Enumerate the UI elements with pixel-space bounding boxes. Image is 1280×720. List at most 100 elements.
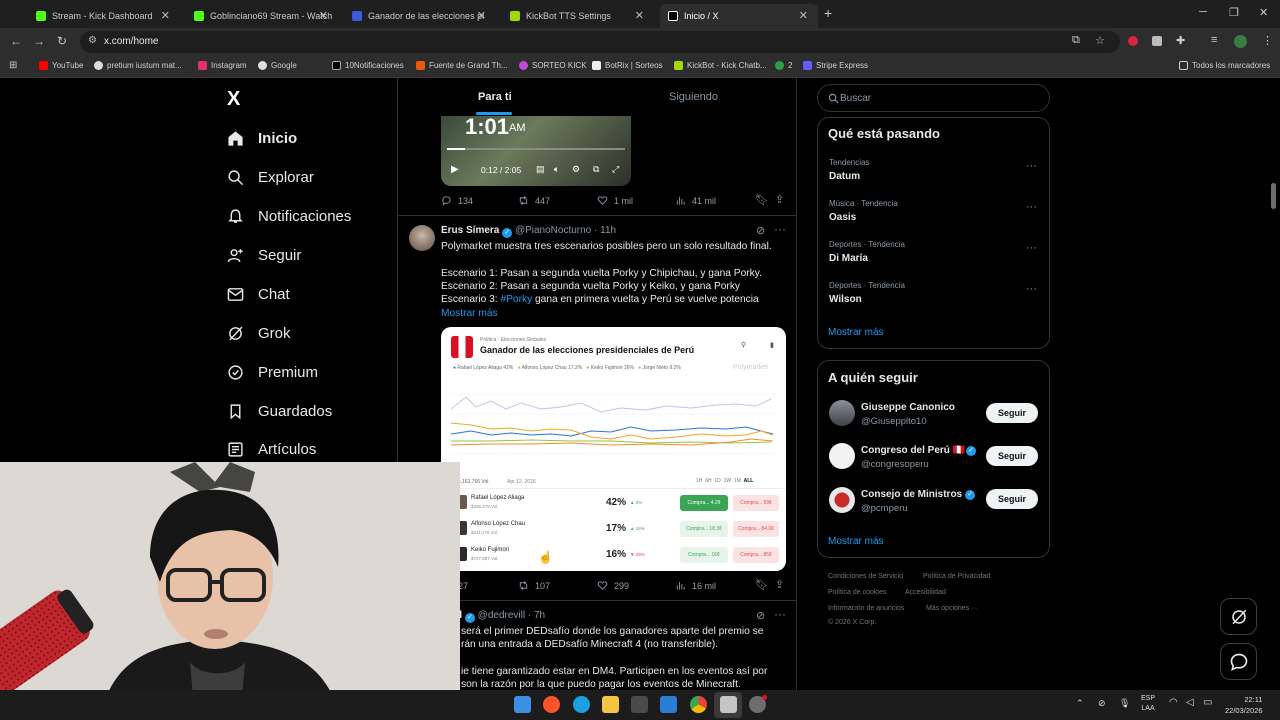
pip-icon[interactable]: ⧉	[593, 164, 599, 175]
nav-inicio[interactable]: Inicio	[227, 123, 297, 153]
footer-link[interactable]: Más opciones ···	[926, 605, 978, 612]
wifi-icon[interactable]: ◠	[1169, 697, 1178, 708]
browser-tab[interactable]: Goblinciano69 Stream - Watch ✕	[186, 4, 338, 28]
close-icon[interactable]: ✕	[799, 9, 808, 22]
x-logo-icon[interactable]: X	[227, 88, 240, 111]
video-player[interactable]: 1:01 AM ▶ 0:12 / 2:05 ▤ 🔈︎ ⚙ ⧉ ⤢	[441, 116, 631, 186]
buy-yes-button[interactable]: Compra... 16¢	[680, 547, 728, 563]
footer-link[interactable]: Política de Privacidad	[923, 573, 990, 580]
repost-button[interactable]: 107	[518, 580, 550, 591]
show-more-link[interactable]: Mostrar más	[828, 327, 884, 338]
range-option-active[interactable]: ALL	[744, 478, 754, 484]
search-input[interactable]: Buscar	[817, 84, 1050, 112]
more-icon[interactable]: ···	[1026, 283, 1037, 295]
close-icon[interactable]: ✕	[161, 9, 170, 22]
nav-chat[interactable]: Chat	[227, 279, 290, 309]
nav-premium[interactable]: Premium	[227, 357, 318, 387]
range-option[interactable]: 6H	[705, 478, 711, 484]
mic-icon[interactable]: 🎙︎	[1119, 698, 1130, 709]
battery-icon[interactable]: ▭	[1203, 697, 1212, 708]
bookmark-item[interactable]: 10Notificaciones	[332, 61, 404, 70]
buy-no-button[interactable]: Compra... 84.0¢	[733, 521, 779, 537]
forward-icon[interactable]: →	[33, 34, 45, 48]
more-icon[interactable]: ···	[1026, 160, 1037, 172]
apps-icon[interactable]: ⊞	[9, 60, 17, 71]
profile-avatar[interactable]	[1234, 35, 1247, 48]
tweet-time[interactable]: · 11h	[594, 225, 616, 236]
network-off-icon[interactable]: ⊘	[1098, 698, 1106, 709]
author-handle[interactable]: @dedrevill	[478, 610, 525, 621]
grok-float-button[interactable]	[1220, 598, 1257, 635]
settings-icon[interactable]: ⚙	[572, 164, 580, 175]
file-explorer-icon[interactable]	[602, 696, 619, 713]
fullscreen-icon[interactable]: ⤢	[612, 164, 619, 175]
close-window-icon[interactable]: ✕	[1259, 6, 1268, 19]
maximize-icon[interactable]: ❐	[1229, 6, 1239, 19]
more-icon[interactable]: ···	[774, 607, 786, 621]
views-button[interactable]: 16 mil	[675, 580, 716, 591]
media-icon[interactable]: ≡	[1211, 34, 1217, 46]
bookmark-item[interactable]: Instagram	[198, 61, 247, 70]
bookmark-item[interactable]: KickBot - Kick Chatb...	[674, 61, 767, 70]
show-more-link[interactable]: Mostrar más	[441, 307, 498, 320]
brave-icon[interactable]	[543, 696, 560, 713]
avatar[interactable]	[409, 225, 435, 251]
grok-icon[interactable]: ⊘	[756, 609, 765, 622]
messages-float-button[interactable]	[1220, 643, 1257, 680]
back-icon[interactable]: ←	[10, 34, 22, 48]
bookmark-item[interactable]: Fuente de Grand Th...	[416, 61, 508, 70]
range-option[interactable]: 1H	[696, 478, 702, 484]
more-icon[interactable]: ···	[774, 222, 786, 236]
views-button[interactable]: 41 mil	[675, 195, 716, 206]
windows-start-icon[interactable]	[514, 696, 531, 713]
install-icon[interactable]: ⧉	[1072, 34, 1080, 47]
edge-icon[interactable]	[573, 696, 590, 713]
author-handle[interactable]: @PianoNocturno	[515, 225, 591, 236]
buy-no-button[interactable]: Compra... 85¢	[733, 547, 779, 563]
repost-button[interactable]: 447	[518, 195, 550, 206]
browser-tab[interactable]: Stream - Kick Dashboard ✕	[28, 4, 180, 28]
tweet-time[interactable]: · 7h	[528, 610, 545, 621]
nav-guardados[interactable]: Guardados	[227, 396, 332, 426]
star-icon[interactable]: ☆	[1095, 34, 1105, 47]
tab-para-ti[interactable]: Para ti	[478, 91, 512, 103]
hashtag-link[interactable]: #Porky	[500, 294, 532, 305]
extension-icon[interactable]	[1152, 36, 1162, 46]
captions-icon[interactable]: ▤	[536, 164, 545, 175]
extension-icon[interactable]	[1128, 36, 1138, 46]
extensions-puzzle-icon[interactable]: ✚	[1176, 34, 1185, 47]
nav-seguir[interactable]: Seguir	[227, 240, 301, 270]
reload-icon[interactable]: ↻	[57, 34, 67, 48]
all-bookmarks[interactable]: Todos los marcadores	[1179, 61, 1270, 70]
scrollbar[interactable]	[1271, 183, 1276, 209]
more-icon[interactable]: ···	[1026, 201, 1037, 213]
site-info-icon[interactable]: ⚙	[88, 35, 97, 46]
clock[interactable]: 22:11 22/03/2026	[1225, 694, 1263, 716]
footer-link[interactable]: Condiciones de Servicio	[828, 573, 903, 580]
nav-notificaciones[interactable]: Notificaciones	[227, 201, 351, 231]
link-icon[interactable]: ⚲	[741, 341, 746, 349]
close-icon[interactable]: ✕	[635, 9, 644, 22]
app-icon[interactable]	[720, 696, 737, 713]
browser-tab[interactable]: Ganador de las elecciones pres ✕	[344, 4, 496, 28]
author-name[interactable]: Erus Símera	[441, 225, 499, 236]
bookmark-icon[interactable]: 🔖︎	[755, 193, 769, 206]
share-icon[interactable]: ⇪	[775, 578, 784, 591]
close-icon[interactable]: ✕	[319, 9, 328, 22]
browser-tab[interactable]: KickBot TTS Settings ✕	[502, 4, 654, 28]
volume-icon[interactable]: ◁	[1186, 697, 1194, 708]
share-icon[interactable]: ⇪	[775, 193, 784, 206]
menu-icon[interactable]: ⋮	[1262, 34, 1273, 47]
follow-button[interactable]: Seguir	[986, 489, 1038, 509]
bookmark-item[interactable]: pretium iustum mat...	[94, 61, 182, 70]
range-option[interactable]: 1W	[724, 478, 732, 484]
volume-icon[interactable]: 🔈︎	[554, 164, 559, 175]
play-icon[interactable]: ▶	[451, 164, 459, 175]
bookmark-icon[interactable]: 🔖︎	[755, 578, 769, 591]
polymarket-card[interactable]: Política · Elecciones Globales Ganador d…	[441, 327, 786, 571]
nav-articulos[interactable]: Artículos	[227, 434, 316, 464]
show-more-link[interactable]: Mostrar más	[828, 536, 884, 547]
footer-link[interactable]: Información de anuncios	[828, 605, 904, 612]
reply-button[interactable]: 134	[441, 195, 473, 206]
bookmark-icon[interactable]: ▮	[770, 341, 774, 349]
